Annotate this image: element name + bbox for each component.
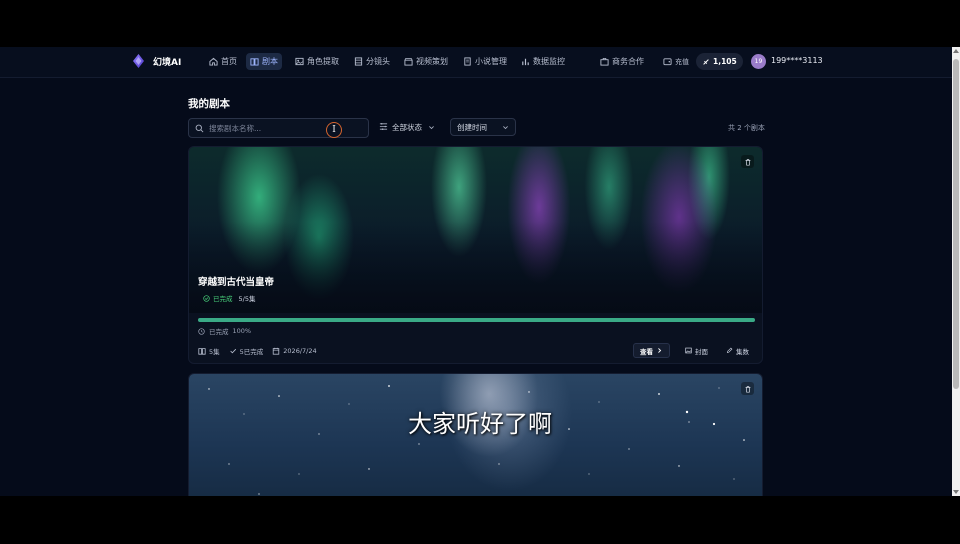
- scroll-up-icon[interactable]: [953, 49, 959, 53]
- pencil-icon: [726, 347, 733, 354]
- episodes-button[interactable]: 集数: [720, 343, 755, 358]
- credits-value: 1,105: [713, 57, 737, 66]
- script-title[interactable]: 穿越到古代当皇帝: [198, 274, 274, 288]
- sort-select[interactable]: 创建时间: [450, 118, 516, 136]
- brand-name[interactable]: 幻境AI: [153, 55, 181, 68]
- coin-icon: [703, 58, 709, 65]
- progress-bar-fill: [198, 318, 755, 322]
- progress-status: 已完成: [209, 328, 229, 336]
- search-icon: [195, 124, 204, 132]
- cover-button[interactable]: 封面: [679, 343, 714, 358]
- progress-label: 已完成 100%: [198, 326, 251, 336]
- trash-icon: [745, 385, 750, 393]
- book-icon: [250, 58, 259, 66]
- view-button-label: 查看: [640, 347, 653, 356]
- script-meta: 5集 5已完成 2026/7/24: [198, 346, 317, 356]
- nav-video-planning[interactable]: 视频策划: [400, 53, 452, 70]
- username[interactable]: 199****3113: [771, 56, 823, 65]
- check-icon: [229, 348, 236, 354]
- nav-business-cooperation[interactable]: 商务合作: [596, 53, 648, 70]
- nav-home-label: 首页: [221, 57, 237, 66]
- home-icon: [209, 57, 218, 66]
- clock-icon: [198, 327, 205, 335]
- script-cover-image: [189, 147, 762, 313]
- chevron-down-icon: [429, 125, 434, 129]
- status-text: 已完成: [213, 295, 233, 303]
- script-card[interactable]: 穿越到古代当皇帝 已完成 5/5集 已完成 100% 5集 5已完成 2026/…: [188, 146, 763, 364]
- calendar-icon: [273, 347, 280, 355]
- clapper-icon: [404, 57, 413, 66]
- nav-character-extract-label: 角色提取: [307, 57, 339, 66]
- document-icon: [464, 57, 471, 66]
- avatar[interactable]: 19: [751, 54, 766, 69]
- business-cooperation-label: 商务合作: [612, 57, 644, 66]
- nav-storyboard-label: 分镜头: [366, 57, 390, 66]
- nav-home[interactable]: 首页: [205, 53, 241, 70]
- nav-data-monitor[interactable]: 数据监控: [517, 53, 569, 70]
- sort-select-value: 创建时间: [457, 122, 487, 132]
- trash-icon: [745, 158, 750, 166]
- scrollbar-thumb[interactable]: [953, 59, 959, 389]
- chevron-down-icon: [503, 125, 508, 129]
- mouse-cursor-indicator: I: [326, 122, 342, 138]
- video-letterbox-bottom: [0, 496, 960, 544]
- wallet-icon: [663, 58, 672, 66]
- video-letterbox-top: [0, 0, 960, 47]
- nav-scripts[interactable]: 剧本: [246, 53, 282, 70]
- chevron-right-icon: [658, 348, 662, 353]
- scroll-down-icon[interactable]: [953, 490, 959, 494]
- status-filter-value: 全部状态: [392, 122, 422, 132]
- delete-button[interactable]: [741, 155, 754, 168]
- recharge-button[interactable]: 充值: [659, 53, 693, 70]
- nav-storyboard[interactable]: 分镜头: [350, 53, 394, 70]
- status-badge: 已完成 5/5集: [203, 293, 255, 303]
- video-subtitle: 大家听好了啊: [408, 410, 552, 438]
- progress-bar: [198, 318, 755, 322]
- text-cursor-icon: I: [332, 124, 336, 135]
- nav-data-monitor-label: 数据监控: [533, 57, 565, 66]
- check-circle-icon: [203, 294, 210, 302]
- filter-icon: [379, 122, 388, 131]
- nav-novel-management-label: 小说管理: [475, 57, 507, 66]
- episode-count-text: 5集: [209, 348, 220, 356]
- logo-icon: [133, 54, 144, 68]
- nav-character-extract[interactable]: 角色提取: [291, 53, 343, 70]
- progress-percent: 100%: [232, 327, 252, 335]
- created-date-text: 2026/7/24: [283, 347, 317, 355]
- created-date: 2026/7/24: [272, 347, 317, 355]
- script-count: 共 2 个剧本: [728, 124, 765, 132]
- delete-button[interactable]: [741, 382, 754, 395]
- top-navbar: 幻境AI 首页 剧本 角色提取 分镜头 视频策划 小说管理 数据监控 商务合作 …: [0, 47, 952, 78]
- page-title: 我的剧本: [188, 98, 230, 110]
- nav-video-planning-label: 视频策划: [416, 57, 448, 66]
- nav-novel-management[interactable]: 小说管理: [459, 53, 511, 70]
- nav-scripts-label: 剧本: [262, 57, 278, 66]
- completed-count: 5已完成: [229, 346, 264, 356]
- image-icon: [685, 347, 692, 354]
- episodes-button-label: 集数: [736, 347, 749, 356]
- book-icon: [198, 348, 206, 355]
- briefcase-icon: [600, 57, 609, 66]
- credits-badge[interactable]: 1,105: [696, 53, 743, 70]
- cover-button-label: 封面: [695, 347, 708, 356]
- completed-count-text: 5已完成: [239, 348, 264, 356]
- recharge-label: 充值: [675, 57, 689, 66]
- image-icon: [295, 57, 304, 66]
- film-icon: [354, 57, 363, 66]
- bar-chart-icon: [522, 58, 529, 66]
- episode-count: 5集: [198, 346, 220, 356]
- status-filter-select[interactable]: 全部状态: [392, 118, 446, 136]
- view-button[interactable]: 查看: [633, 343, 670, 358]
- episode-progress: 5/5集: [238, 295, 256, 303]
